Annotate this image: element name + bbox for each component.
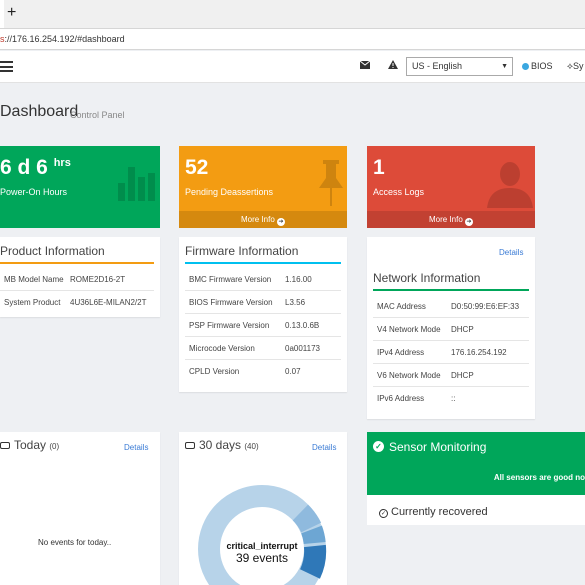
network-row: V4 Network Mode DHCP: [373, 318, 529, 341]
network-row: IPv4 Address 176.16.254.192: [373, 341, 529, 364]
today-details-link[interactable]: Details: [124, 443, 148, 452]
firmware-row: BMC Firmware Version 1.16.00: [185, 268, 341, 291]
product-info-panel: Product Information MB Model Name ROME2D…: [0, 237, 160, 317]
power-on-tile: 6 d 6 hrs Power-On Hours: [0, 146, 160, 228]
network-row: V6 Network Mode DHCP: [373, 364, 529, 387]
address-bar[interactable]: s://176.16.254.192/#dashboard: [0, 28, 585, 50]
thirty-days-events-panel: 30 days (40) Details critical_interrupt …: [179, 432, 347, 585]
today-title: Today (0): [0, 438, 59, 452]
bios-label: BIOS: [531, 61, 553, 71]
chevron-down-icon: ▼: [501, 63, 508, 70]
system-label: Sy: [572, 61, 584, 71]
network-details-link[interactable]: Details: [499, 248, 523, 257]
page-subtitle: Control Panel: [70, 110, 125, 120]
donut-segment-other[interactable]: [292, 504, 322, 533]
firmware-row: PSP Firmware Version 0.13.0.6B: [185, 314, 341, 337]
bios-icon: [522, 63, 529, 70]
access-logs-more-info-link[interactable]: More Info ➔: [367, 211, 535, 228]
pushpin-icon: [319, 160, 343, 206]
arrow-right-icon: ➔: [465, 218, 474, 226]
sensor-monitoring-body: ✓ Currently recovered: [367, 495, 585, 525]
donut-series-value: 39 events: [235, 551, 289, 565]
browser-tabstrip: +: [0, 0, 585, 28]
firmware-row: BIOS Firmware Version L3.56: [185, 291, 341, 314]
browser-tab[interactable]: [0, 0, 4, 28]
today-count: (0): [49, 442, 60, 451]
system-link[interactable]: ⟡Sy: [567, 61, 583, 72]
access-logs-value: 1: [373, 156, 385, 179]
today-events-panel: Today (0) Details No events for today..: [0, 432, 160, 585]
no-events-text: No events for today..: [38, 538, 112, 547]
product-row: System Product 4U36L6E-MILAN2/2T: [4, 298, 147, 307]
arrow-right-icon: ➔: [277, 218, 286, 226]
firmware-row: Microcode Version 0a001173: [185, 337, 341, 360]
power-on-unit: hrs: [53, 157, 71, 169]
firmware-info-panel: Firmware Information BMC Firmware Versio…: [179, 237, 347, 392]
sensor-monitoring-header: ✓ Sensor Monitoring All sensors are good…: [367, 432, 585, 495]
hdd-icon: [185, 442, 195, 449]
events-donut-chart[interactable]: [197, 484, 327, 585]
thirty-days-details-link[interactable]: Details: [312, 443, 336, 452]
network-info-title: Network Information: [373, 271, 481, 285]
donut-series-name: critical_interrupt: [226, 541, 298, 551]
network-info-panel: Details Network Information MAC Address D…: [367, 237, 535, 419]
user-icon: [487, 162, 533, 208]
hdd-icon: [0, 442, 10, 449]
deassertions-label: Pending Deassertions: [185, 187, 274, 197]
network-row: IPv6 Address::: [377, 394, 456, 403]
donut-segment-other[interactable]: [301, 525, 326, 545]
url-text: ://176.16.254.192/#dashboard: [4, 34, 125, 44]
power-on-label: Power-On Hours: [0, 187, 68, 197]
bar-chart-icon: [118, 167, 155, 201]
thirty-days-count: (40): [244, 442, 259, 451]
sensor-monitoring-title: Sensor Monitoring: [389, 440, 487, 454]
deassertions-more-info-link[interactable]: More Info ➔: [179, 211, 347, 228]
new-tab-button[interactable]: +: [7, 4, 16, 22]
menu-toggle-icon[interactable]: [0, 61, 13, 72]
currently-recovered-item[interactable]: ✓ Currently recovered: [379, 506, 488, 518]
power-on-value: 6 d 6 hrs: [0, 156, 71, 179]
donut-center-label: critical_interrupt 39 events: [212, 541, 312, 565]
deassertions-value: 52: [185, 156, 209, 179]
network-row: MAC Address D0:50:99:E6:EF:33: [373, 295, 529, 318]
product-info-title: Product Information: [0, 244, 105, 258]
check-circle-icon: ✓: [373, 441, 384, 452]
thirty-days-title: 30 days (40): [185, 438, 259, 452]
access-logs-tile: 1 Access Logs More Info ➔: [367, 146, 535, 228]
envelope-icon[interactable]: [359, 60, 371, 72]
access-logs-label: Access Logs: [373, 187, 425, 197]
firmware-row: CPLD Version 0.07: [189, 367, 301, 376]
page-title: Dashboard: [0, 103, 79, 120]
language-select[interactable]: US - English ▼: [406, 57, 513, 76]
language-value: US - English: [412, 61, 463, 71]
bios-link[interactable]: BIOS: [522, 61, 553, 71]
check-circle-icon: ✓: [379, 509, 388, 518]
warning-icon[interactable]: [388, 60, 398, 72]
firmware-info-title: Firmware Information: [185, 244, 299, 258]
deassertions-tile: 52 Pending Deassertions More Info ➔: [179, 146, 347, 228]
sensor-status-message: All sensors are good no: [493, 473, 585, 482]
product-row: MB Model Name ROME2D16-2T: [0, 268, 154, 291]
